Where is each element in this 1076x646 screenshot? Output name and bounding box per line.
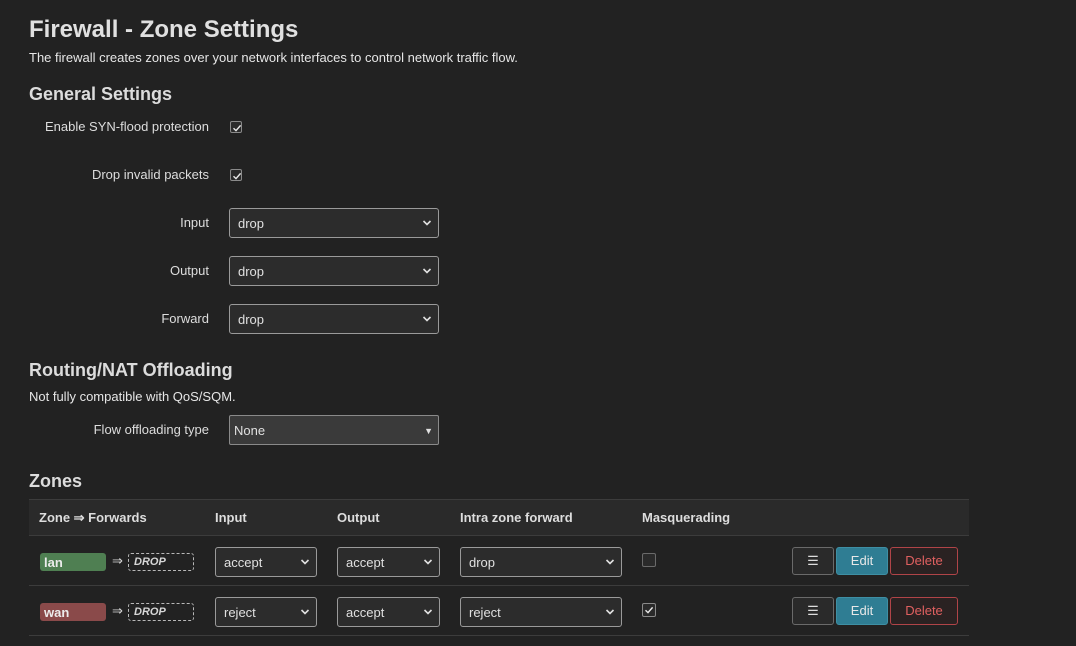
delete-button[interactable]: Delete (890, 597, 958, 625)
flow-offloading-value: None (234, 423, 266, 438)
forward-policy-label: Forward (161, 311, 209, 326)
table-row: lan ⇒ DROP accept accept drop ☰ Edit Del… (29, 536, 969, 586)
checkmark-icon (645, 606, 654, 614)
zone-output-select[interactable]: accept (337, 547, 440, 577)
edit-button[interactable]: Edit (836, 547, 888, 575)
drop-invalid-checkbox[interactable] (230, 169, 242, 181)
forward-policy-select[interactable]: drop (229, 304, 439, 334)
masquerading-checkbox[interactable] (642, 603, 656, 617)
zone-output-select[interactable]: accept (337, 597, 440, 627)
page-title: Firewall - Zone Settings (29, 16, 299, 43)
zone-input-select[interactable]: reject (215, 597, 317, 627)
forward-policy-value: drop (238, 312, 265, 327)
chevron-down-icon (422, 220, 432, 226)
syn-flood-checkbox[interactable] (230, 121, 242, 133)
zones-table: Zone ⇒ Forwards Input Output Intra zone … (29, 499, 969, 646)
output-policy-label: Output (169, 263, 209, 278)
chevron-down-icon (605, 559, 615, 565)
input-policy-label: Input (180, 215, 209, 230)
chevron-down-icon (423, 559, 433, 565)
col-output: Output (337, 510, 380, 525)
zone-intra-forward-select[interactable]: drop (460, 547, 622, 577)
zone-badge-wan[interactable]: wan (40, 603, 106, 621)
col-input: Input (215, 510, 247, 525)
col-masquerading: Masquerading (642, 510, 731, 525)
zone-badge-lan[interactable]: lan (40, 553, 106, 571)
dropdown-triangle-icon: ▼ (424, 426, 433, 436)
chevron-down-icon (605, 609, 615, 615)
page-description: The firewall creates zones over your net… (29, 50, 518, 65)
edit-button[interactable]: Edit (836, 597, 888, 625)
input-policy-value: drop (238, 216, 265, 231)
general-settings-heading: General Settings (29, 84, 173, 104)
offloading-heading: Routing/NAT Offloading (29, 360, 233, 380)
output-policy-value: drop (238, 264, 265, 279)
syn-flood-label: Enable SYN-flood protection (44, 119, 209, 134)
checkmark-icon (233, 172, 242, 180)
chevron-down-icon (422, 268, 432, 274)
drag-menu-button[interactable]: ☰ (792, 597, 834, 625)
chevron-down-icon (300, 609, 310, 615)
flow-offloading-label: Flow offloading type (93, 422, 209, 437)
chevron-down-icon (422, 316, 432, 322)
input-policy-select[interactable]: drop (229, 208, 439, 238)
forward-arrow-icon: ⇒ (112, 553, 123, 568)
col-intra-zone-forward: Intra zone forward (460, 510, 573, 525)
forward-policy-badge: DROP (128, 553, 194, 571)
output-policy-select[interactable]: drop (229, 256, 439, 286)
zones-table-header: Zone ⇒ Forwards Input Output Intra zone … (29, 499, 969, 536)
drag-menu-button[interactable]: ☰ (792, 547, 834, 575)
masquerading-checkbox[interactable] (642, 553, 656, 567)
delete-button[interactable]: Delete (890, 547, 958, 575)
chevron-down-icon (423, 609, 433, 615)
col-zone-forwards: Zone ⇒ Forwards (39, 510, 147, 525)
zones-heading: Zones (29, 471, 83, 491)
forward-arrow-icon: ⇒ (112, 603, 123, 618)
flow-offloading-select[interactable]: None ▼ (229, 415, 439, 445)
checkmark-icon (233, 124, 242, 132)
offloading-note: Not fully compatible with QoS/SQM. (29, 389, 236, 404)
zone-input-select[interactable]: accept (215, 547, 317, 577)
zone-intra-forward-select[interactable]: reject (460, 597, 622, 627)
table-row: wan ⇒ DROP reject accept reject ☰ Edit D… (29, 586, 969, 636)
chevron-down-icon (300, 559, 310, 565)
drop-invalid-label: Drop invalid packets (91, 167, 209, 182)
forward-policy-badge: DROP (128, 603, 194, 621)
